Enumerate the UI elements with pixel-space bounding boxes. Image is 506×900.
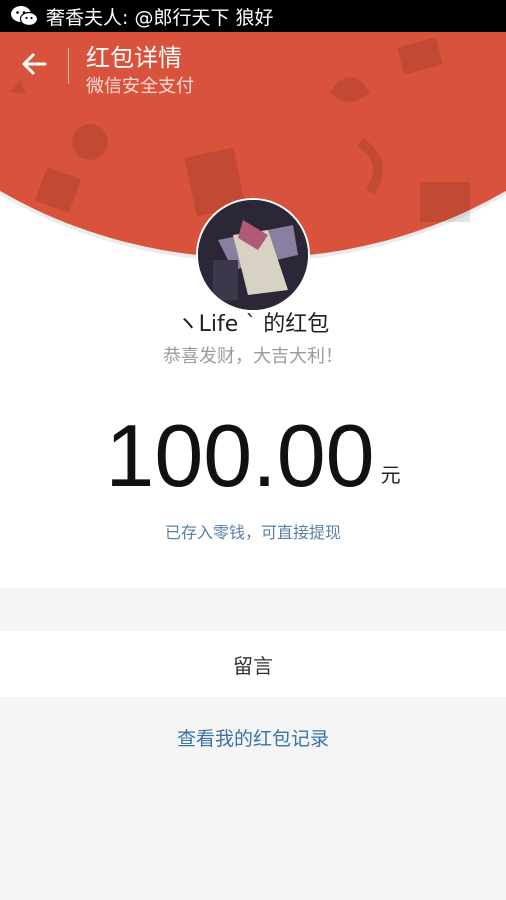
amount-value: 100.00	[105, 406, 375, 505]
wechat-icon	[11, 6, 38, 27]
message-label: 留言	[233, 653, 273, 678]
page-title: 红包详情	[86, 44, 182, 72]
arrow-left-icon	[22, 53, 47, 75]
notification-text: 奢香夫人: @郎行天下 狼好	[46, 6, 274, 29]
envelope-panel: ヽLife ˋ 的红包 恭喜发财，大吉大利！ 100.00 元 已存入零钱，可直…	[0, 32, 506, 588]
currency-label: 元	[380, 463, 401, 487]
greeting-text: 恭喜发财，大吉大利！	[163, 346, 343, 367]
page-subtitle: 微信安全支付	[86, 76, 194, 97]
nav-bar: 红包详情 微信安全支付	[0, 32, 506, 102]
nav-divider	[68, 48, 69, 84]
red-packet-records-link[interactable]: 查看我的红包记录	[0, 724, 506, 751]
message-row[interactable]: 留言	[0, 631, 506, 697]
sender-avatar[interactable]	[196, 198, 310, 312]
back-button[interactable]	[14, 44, 54, 84]
deposit-link[interactable]: 已存入零钱，可直接提现	[0, 519, 506, 543]
amount-row: 100.00 元	[0, 400, 506, 500]
status-bar: 奢香夫人: @郎行天下 狼好	[0, 0, 506, 32]
